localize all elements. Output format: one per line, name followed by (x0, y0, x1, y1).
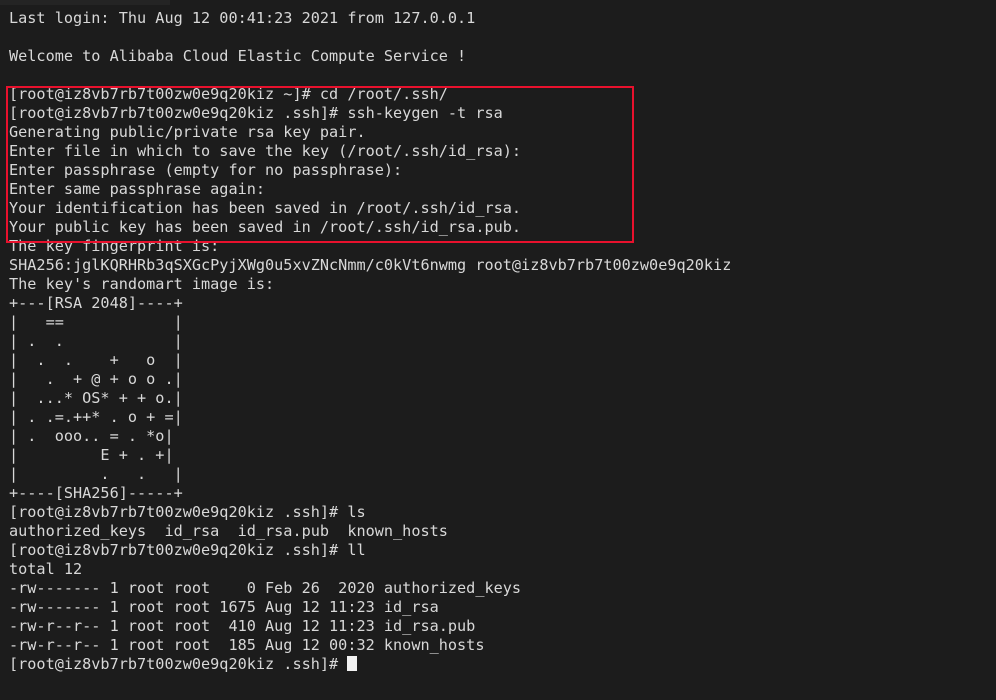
randomart-row: | . + @ + o o .| (9, 370, 183, 388)
randomart-border-bottom: +----[SHA256]-----+ (9, 484, 183, 502)
terminal-cursor (347, 656, 357, 671)
terminal-line-generating: Generating public/private rsa key pair. (9, 123, 366, 141)
randomart-row: | . . | (9, 332, 183, 350)
randomart-row: | . ooo.. = . *o| (9, 427, 174, 445)
terminal-prompt-ssh-keygen: [root@iz8vb7rb7t00zw0e9q20kiz .ssh]# ssh… (9, 104, 503, 122)
randomart-row: | . . | (9, 465, 183, 483)
terminal-line-public-key-saved: Your public key has been saved in /root/… (9, 218, 522, 236)
terminal-prompt-cd: [root@iz8vb7rb7t00zw0e9q20kiz ~]# cd /ro… (9, 85, 448, 103)
terminal-line-enter-same-passphrase: Enter same passphrase again: (9, 180, 275, 198)
terminal-line-randomart-label: The key's randomart image is: (9, 275, 275, 293)
terminal-ll-total: total 12 (9, 560, 83, 578)
terminal-line-welcome: Welcome to Alibaba Cloud Elastic Compute… (9, 47, 467, 65)
randomart-row: | ...* OS* + + o.| (9, 389, 183, 407)
randomart-row: | . .=.++* . o + =| (9, 408, 183, 426)
terminal-line-last-login: Last login: Thu Aug 12 00:41:23 2021 fro… (9, 9, 476, 27)
terminal-line-fingerprint-value: SHA256:jglKQRHRb3qSXGcPyjXWg0u5xvZNcNmm/… (9, 256, 732, 274)
terminal-prompt-active[interactable]: [root@iz8vb7rb7t00zw0e9q20kiz .ssh]# (9, 655, 996, 674)
terminal-line-enter-passphrase: Enter passphrase (empty for no passphras… (9, 161, 412, 179)
terminal-prompt-text: [root@iz8vb7rb7t00zw0e9q20kiz .ssh]# (9, 655, 348, 673)
terminal-line-enter-file: Enter file in which to save the key (/ro… (9, 142, 531, 160)
terminal-prompt-ll: [root@iz8vb7rb7t00zw0e9q20kiz .ssh]# ll (9, 541, 366, 559)
terminal-line-identification-saved: Your identification has been saved in /r… (9, 199, 522, 217)
terminal-ll-row: -rw------- 1 root root 0 Feb 26 2020 aut… (9, 579, 522, 597)
terminal-ll-row: -rw-r--r-- 1 root root 410 Aug 12 11:23 … (9, 617, 476, 635)
terminal-ll-row: -rw-r--r-- 1 root root 185 Aug 12 00:32 … (9, 636, 485, 654)
terminal-line-fingerprint-label: The key fingerprint is: (9, 237, 220, 255)
randomart-border-top: +---[RSA 2048]----+ (9, 294, 183, 312)
terminal-prompt-ls: [root@iz8vb7rb7t00zw0e9q20kiz .ssh]# ls (9, 503, 366, 521)
terminal-screen[interactable]: Last login: Thu Aug 12 00:41:23 2021 fro… (0, 0, 996, 700)
terminal-ll-row: -rw------- 1 root root 1675 Aug 12 11:23… (9, 598, 439, 616)
randomart-row: | == | (9, 313, 183, 331)
terminal-ls-output: authorized_keys id_rsa id_rsa.pub known_… (9, 522, 448, 540)
terminal-window[interactable]: Last login: Thu Aug 12 00:41:23 2021 fro… (0, 0, 996, 700)
randomart-row: | E + . +| (9, 446, 174, 464)
randomart-row: | . . + o | (9, 351, 183, 369)
